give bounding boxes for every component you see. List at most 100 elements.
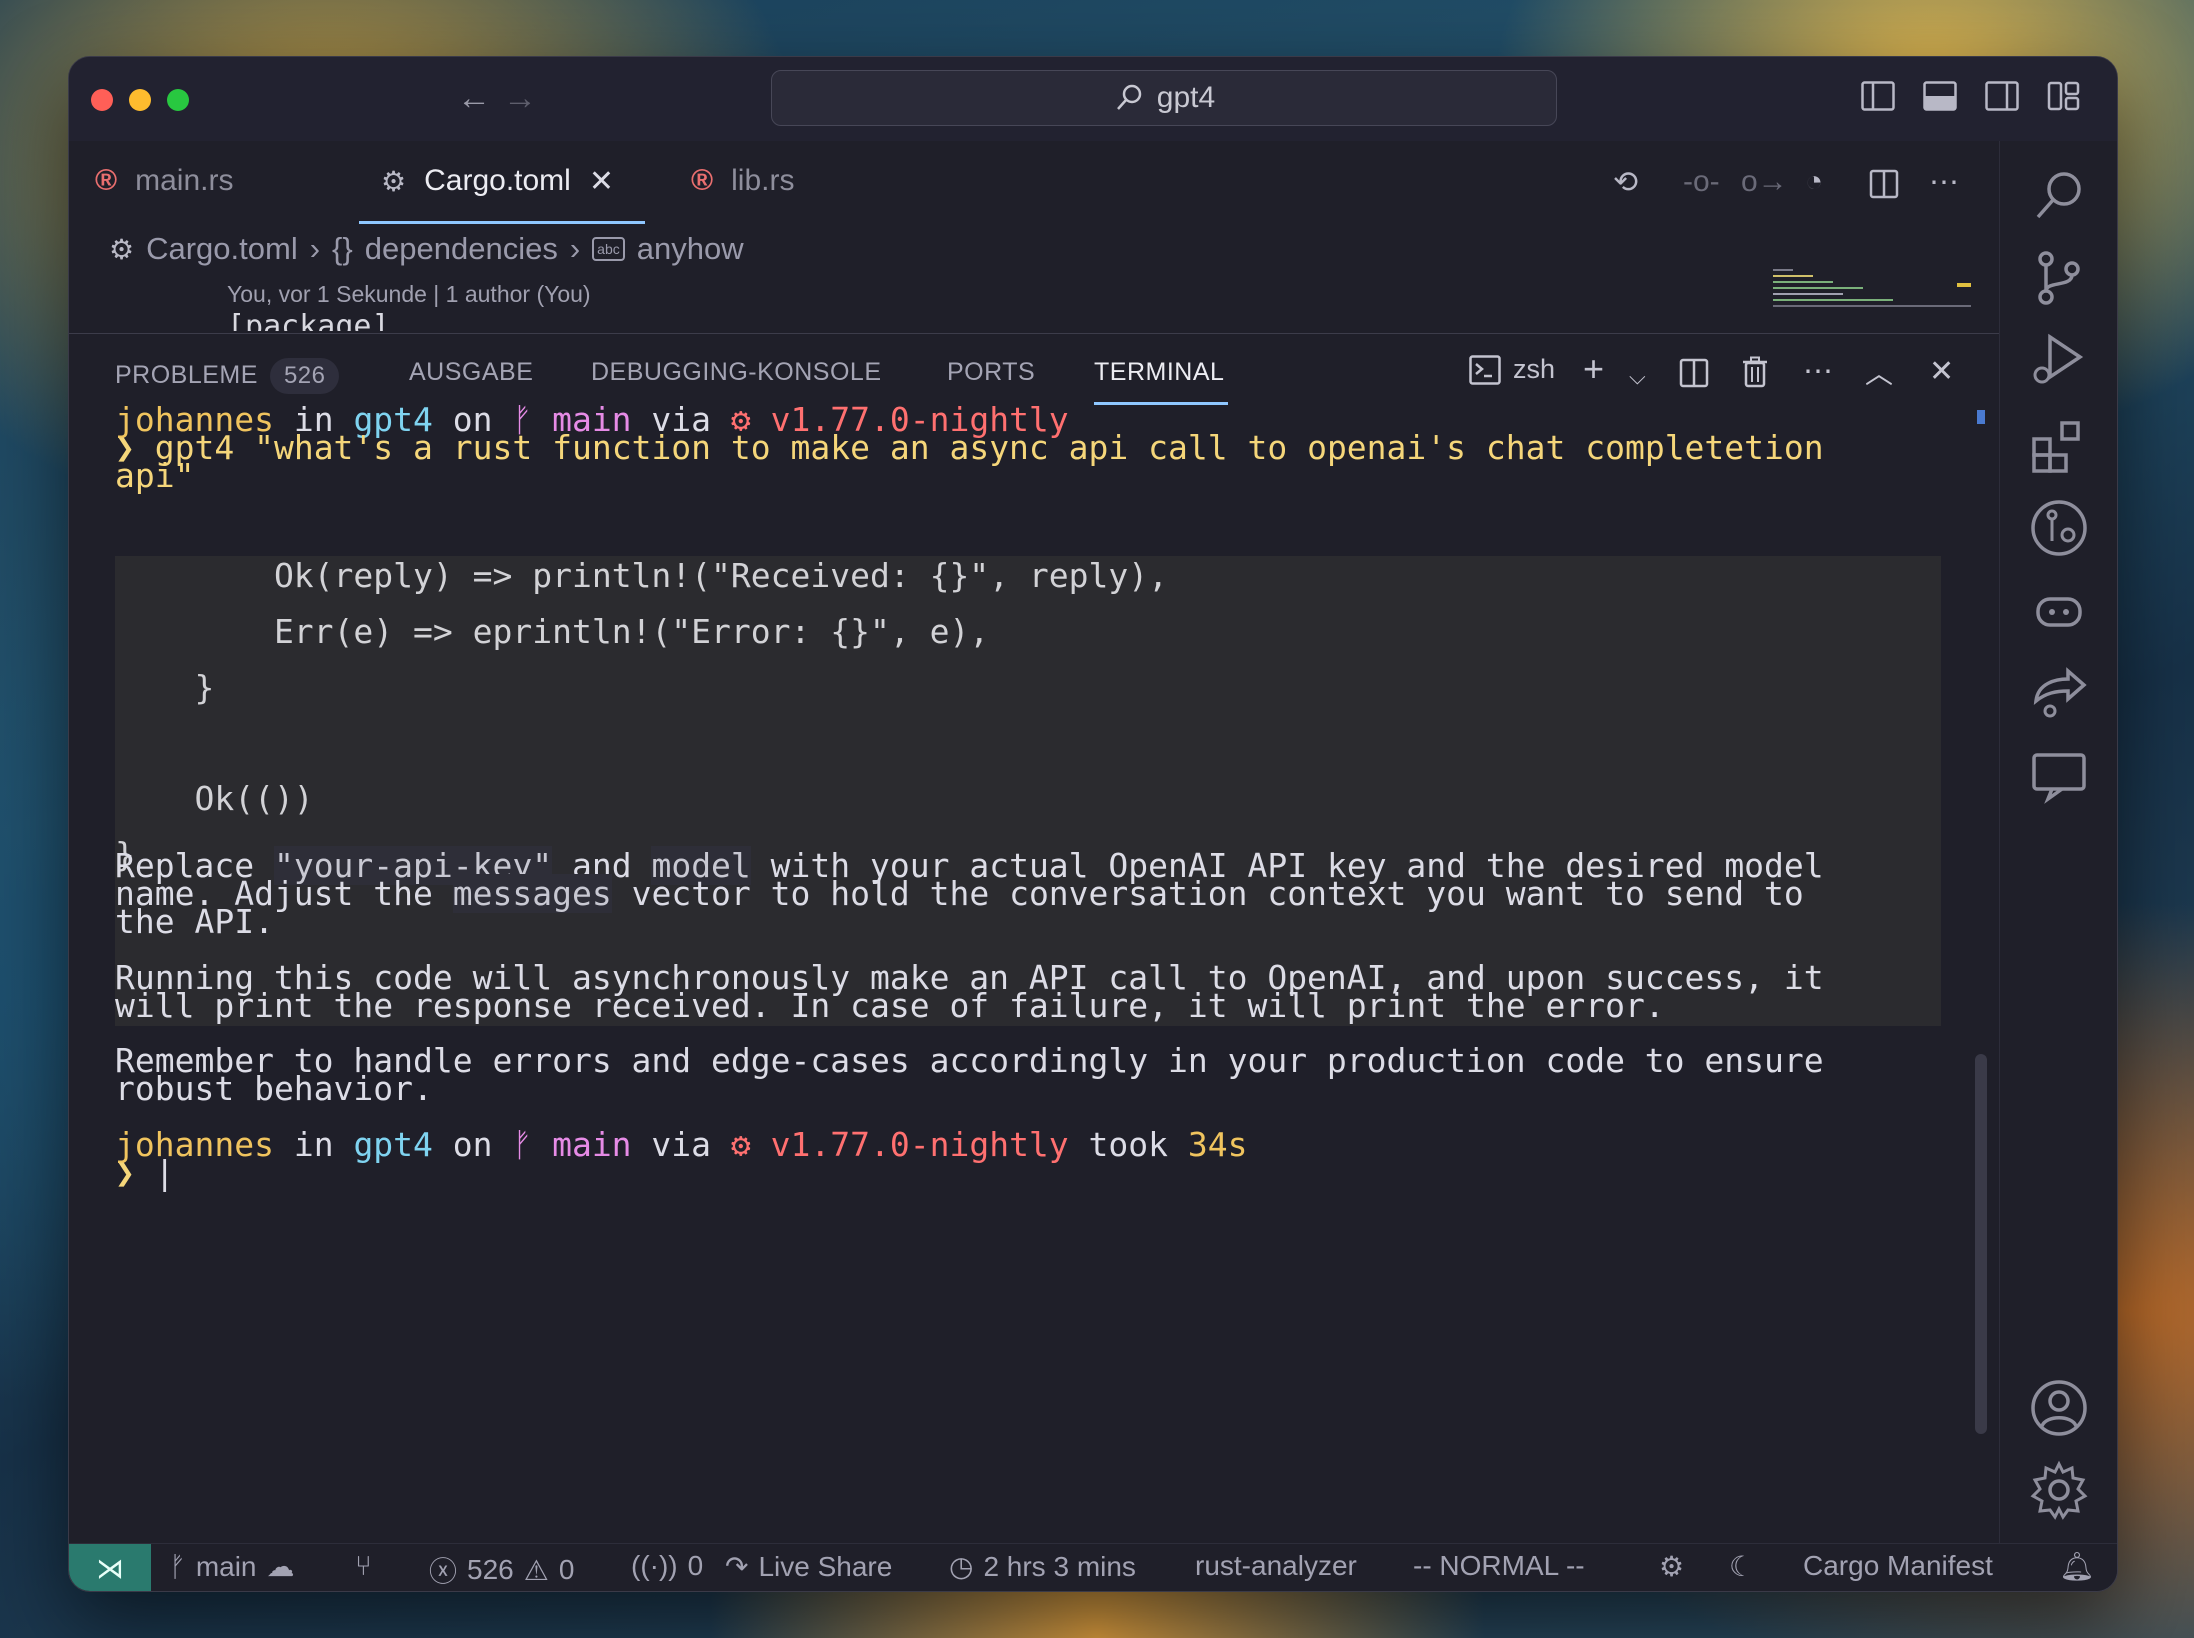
git-branch-icon: ᚠ — [169, 1550, 186, 1582]
account-icon[interactable] — [2028, 1377, 2090, 1439]
activity-bar — [1999, 141, 2117, 1591]
response-paragraph: the API. — [115, 902, 274, 941]
rust-icon: ® — [95, 164, 118, 197]
split-editor-icon[interactable] — [1869, 169, 1899, 199]
terminal-output[interactable]: johannes in gpt4 on ᚠ main via ⚙ v1.77.0… — [115, 400, 1961, 1520]
terminal-command-line: api" — [115, 456, 195, 495]
problems-count-badge: 526 — [269, 358, 340, 394]
comments-icon[interactable] — [2028, 745, 2090, 807]
breadcrumb-item[interactable]: anyhow — [637, 231, 744, 267]
tab-main-rs[interactable]: ® main.rs — [95, 141, 395, 221]
error-count: 526 — [467, 1554, 514, 1585]
run-debug-icon[interactable] — [2028, 329, 2090, 391]
next-change-icon[interactable]: o→ — [1741, 165, 1788, 199]
split-terminal-icon[interactable] — [1679, 358, 1709, 388]
forward-arrow-icon[interactable]: → — [503, 79, 537, 118]
status-ports[interactable]: ((·)) 0 — [631, 1550, 703, 1582]
remote-indicator-icon[interactable]: ⋊ — [69, 1544, 151, 1591]
feedback-icon[interactable]: ⚙ — [1659, 1550, 1684, 1583]
status-vim-mode: -- NORMAL -- — [1413, 1550, 1585, 1581]
tab-lib-rs[interactable]: ® lib.rs — [691, 141, 794, 221]
copilot-icon[interactable] — [2028, 579, 2090, 641]
more-actions-icon[interactable]: ⋯ — [1803, 354, 1833, 389]
tab-problems[interactable]: PROBLEME 526 — [115, 358, 340, 394]
terminal-input-line[interactable]: ❯ | — [115, 1153, 175, 1192]
breadcrumb-file[interactable]: Cargo.toml — [146, 231, 298, 267]
live-share-icon[interactable] — [2028, 661, 2090, 723]
prompt-text: took — [1068, 1125, 1188, 1164]
search-icon — [1116, 84, 1142, 110]
terminal-shell-selector[interactable]: zsh — [1469, 354, 1555, 385]
status-bar: ⋊ ᚠ main ☁ ⑂ ⓧ 526 ⚠ 0 ((·)) 0 ↷ Live Share ◷ 2 … — [69, 1543, 2117, 1591]
braces-icon: {} — [332, 231, 353, 266]
loading-spinner-icon: ☾ — [1729, 1551, 1755, 1582]
git-history-icon[interactable] — [2028, 497, 2090, 559]
status-live-share[interactable]: ↷ Live Share — [725, 1550, 892, 1583]
chevron-down-icon[interactable]: ⌵ — [1629, 364, 1646, 390]
close-tab-icon[interactable]: ✕ — [589, 164, 614, 199]
settings-gear-icon[interactable] — [2028, 1459, 2090, 1521]
extensions-icon[interactable] — [2028, 415, 2090, 477]
rust-icon: ® — [691, 164, 714, 197]
more-actions-icon[interactable]: ⋯ — [1929, 165, 1959, 200]
tab-cargo-toml[interactable]: ⚙ Cargo.toml ✕ — [359, 141, 645, 224]
status-language-mode[interactable]: Cargo Manifest — [1803, 1550, 1993, 1582]
prompt-text: via — [631, 1125, 731, 1164]
response-paragraph: robust behavior. — [115, 1069, 433, 1108]
prompt-text: on — [432, 1125, 513, 1164]
rust-gear-icon: ⚙ — [730, 1125, 751, 1164]
inline-code: messages — [452, 874, 612, 913]
string-icon: abc — [592, 237, 625, 261]
maximize-panel-icon[interactable]: ︿ — [1865, 352, 1893, 392]
time-label: 2 hrs 3 mins — [983, 1550, 1136, 1582]
prompt-text: in — [273, 1125, 354, 1164]
bottom-panel: PROBLEME 526 AUSGABE DEBUGGING-KONSOLE PO… — [69, 333, 1999, 1534]
tab-output[interactable]: AUSGABE — [409, 358, 533, 387]
prompt-rust-version: v1.77.0-nightly — [770, 1125, 1069, 1164]
close-panel-icon[interactable]: ✕ — [1929, 354, 1954, 389]
git-commit-icon[interactable]: -o- — [1683, 165, 1720, 199]
toggle-primary-sidebar-icon[interactable] — [1861, 81, 1895, 111]
warning-icon: ⚠ — [523, 1554, 549, 1586]
terminal-scrollbar[interactable] — [1975, 1054, 1987, 1434]
tab-label: lib.rs — [731, 164, 795, 197]
toggle-panel-icon[interactable] — [1923, 81, 1957, 111]
tab-debug-console[interactable]: DEBUGGING-KONSOLE — [591, 358, 882, 387]
prompt-char: ❯ — [115, 1153, 135, 1192]
code-line: Ok(()) — [115, 779, 314, 818]
command-center-search[interactable]: gpt4 — [771, 70, 1557, 126]
source-control-icon[interactable] — [2028, 247, 2090, 309]
history-icon: ◷ — [949, 1551, 974, 1582]
status-rust-analyzer[interactable]: rust-analyzer — [1195, 1550, 1357, 1582]
editor-tab-bar: ® main.rs ⚙ Cargo.toml ✕ ® lib.rs ⟲ -o- … — [69, 141, 1999, 224]
minimap[interactable] — [1773, 267, 1971, 313]
back-arrow-icon[interactable]: ← — [457, 79, 491, 118]
toggle-secondary-sidebar-icon[interactable] — [1985, 81, 2019, 111]
customize-layout-icon[interactable] — [2047, 81, 2081, 111]
git-graph-icon[interactable]: ⑂ — [355, 1550, 372, 1582]
maximize-window-button[interactable] — [167, 89, 189, 111]
breadcrumb-section[interactable]: dependencies — [365, 231, 558, 267]
editor-peek-line: [package] — [227, 309, 390, 331]
tab-label: PROBLEME — [115, 361, 258, 389]
go-back-change-icon[interactable]: ⟲ — [1613, 165, 1638, 200]
tab-ports[interactable]: PORTS — [947, 358, 1035, 387]
status-branch[interactable]: ᚠ main ☁ — [169, 1550, 295, 1583]
minimize-window-button[interactable] — [129, 89, 151, 111]
text: vector to hold the conversation context … — [611, 874, 1804, 913]
tab-terminal[interactable]: TERMINAL — [1094, 358, 1229, 405]
trash-icon[interactable] — [1741, 356, 1769, 388]
search-icon[interactable] — [2028, 165, 2090, 227]
git-timeline-icon[interactable]: ◔ — [1805, 165, 1823, 199]
code-block: Ok(reply) => println!("Received: {}", re… — [115, 556, 1941, 1026]
new-terminal-icon[interactable]: + — [1583, 348, 1604, 390]
close-window-button[interactable] — [91, 89, 113, 111]
command-text: gpt4 "what's a rust function to make an … — [154, 428, 1824, 467]
status-problems[interactable]: ⓧ 526 ⚠ 0 — [429, 1550, 574, 1590]
status-time-tracker[interactable]: ◷ 2 hrs 3 mins — [949, 1550, 1136, 1583]
response-paragraph: will print the response received. In cas… — [115, 986, 1665, 1025]
notifications-bell-icon[interactable]: 🔔︎ — [2059, 1550, 2095, 1583]
git-blame-info: You, vor 1 Sekunde | 1 author (You) — [227, 281, 591, 307]
live-share-icon: ↷ — [725, 1551, 749, 1582]
sync-cloud-icon: ☁ — [266, 1551, 295, 1582]
